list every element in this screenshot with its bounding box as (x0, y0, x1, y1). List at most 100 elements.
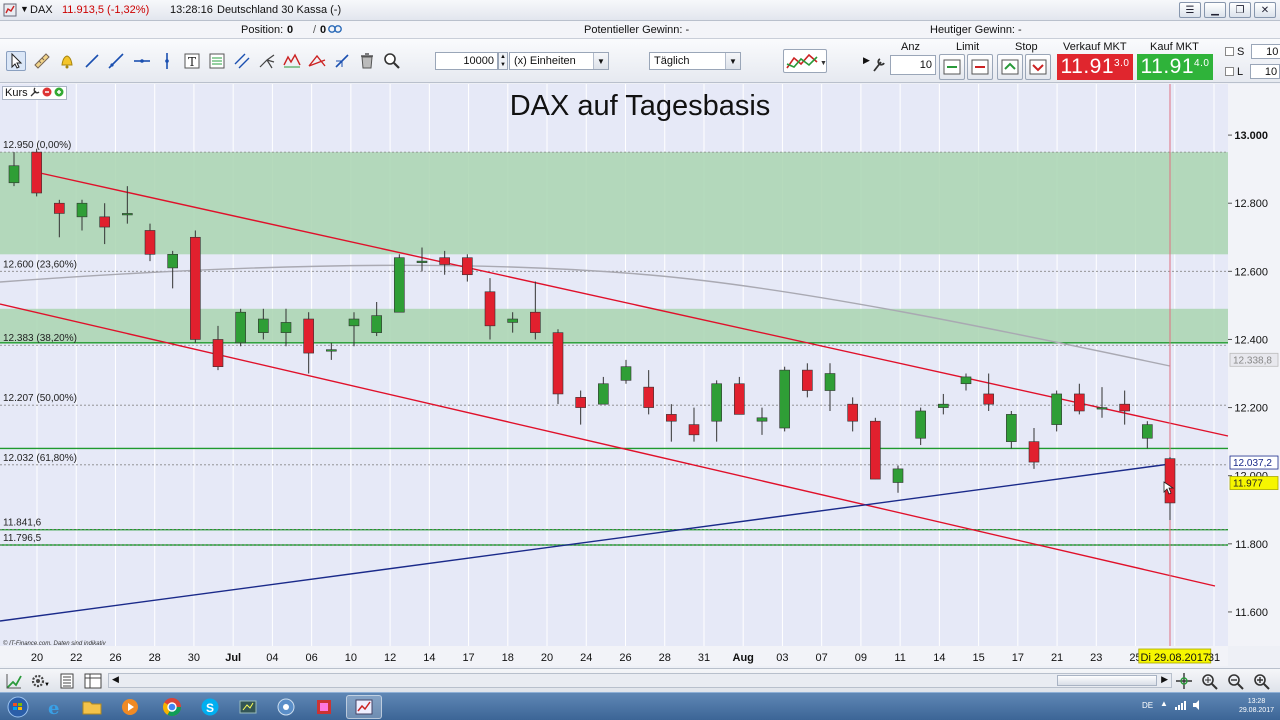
sell-price: 11.91 (1060, 55, 1115, 78)
remove-indicator-icon[interactable] (42, 87, 52, 100)
wrench-icon[interactable] (871, 55, 887, 75)
svg-text:▼: ▼ (820, 60, 827, 67)
horizontal-line-icon[interactable] (132, 51, 152, 71)
tray-arrow-icon[interactable]: ▲ (1160, 699, 1168, 714)
volume-icon[interactable] (1192, 699, 1204, 714)
candle-body-down (439, 257, 450, 265)
trendline-tool-icon[interactable] (82, 51, 102, 71)
trash-icon[interactable] (357, 51, 377, 71)
s-checkbox[interactable] (1225, 47, 1234, 56)
candlestick[interactable] (235, 308, 246, 347)
stop-sell-button[interactable] (1025, 54, 1051, 80)
chart-area[interactable]: 12.950 (0,00%) 12.600 (23,60%) 12.383 (38,… (0, 62, 1280, 666)
start-button-icon[interactable] (0, 695, 36, 719)
app-icon-1[interactable] (230, 695, 266, 719)
l-checkbox[interactable] (1225, 67, 1234, 76)
y-tick-label: 13.000 (1234, 130, 1268, 142)
candle-body-up (348, 318, 360, 327)
wrench-icon[interactable] (30, 87, 40, 100)
sell-market-button[interactable]: 11.91 3.0 (1057, 54, 1133, 80)
candle-body-down (643, 386, 654, 408)
svg-text:▼: ▼ (44, 682, 50, 688)
calculator-icon[interactable] (58, 672, 76, 693)
limit-buy-button[interactable] (939, 54, 965, 80)
list-icon[interactable]: ☰ (1179, 2, 1201, 18)
scroll-right-arrow[interactable]: ▶ (1161, 674, 1168, 685)
limit-sell-button[interactable] (967, 54, 993, 80)
chart-type-button[interactable]: ▼ (783, 49, 827, 73)
text-tool-icon[interactable]: T (182, 51, 202, 71)
zoom-search-icon[interactable] (382, 51, 402, 71)
window-quote: 11.913,5 (-1,32%) (62, 4, 150, 16)
skype-icon[interactable]: S (192, 695, 228, 719)
dropdown-arrow-icon[interactable]: ▼ (20, 4, 29, 14)
candlestick[interactable] (31, 148, 42, 197)
alarm-bell-icon[interactable] (57, 51, 77, 71)
chevron-down-icon[interactable]: ▼ (593, 53, 608, 69)
x-tick-label: Aug (733, 652, 754, 664)
units-select[interactable]: (x) Einheiten ▼ (509, 52, 609, 70)
maximize-button[interactable]: ❐ (1229, 2, 1251, 18)
pitchfork-tool-icon[interactable] (257, 51, 277, 71)
candlestick[interactable] (870, 417, 881, 480)
crosshair-icon[interactable] (1176, 672, 1192, 693)
panel-arrow-icon[interactable]: ▶ (863, 55, 870, 66)
chevron-down-icon[interactable]: ▼ (725, 53, 740, 69)
expand-icon[interactable] (5, 672, 23, 693)
scroll-left-arrow[interactable]: ◀ (112, 674, 119, 685)
position-link-icon[interactable] (327, 23, 343, 38)
candlestick[interactable] (190, 230, 201, 343)
pointer-tool-icon[interactable] (6, 51, 26, 71)
ruler-tool-icon[interactable] (32, 51, 52, 71)
price-chart[interactable]: 12.950 (0,00%) 12.600 (23,60%) 12.383 (38,… (0, 62, 1280, 666)
anz-input[interactable]: 10 (890, 55, 936, 75)
sheet-icon[interactable] (84, 673, 102, 692)
measure-tool-icon[interactable] (332, 51, 352, 71)
file-explorer-icon[interactable] (74, 695, 110, 719)
x-tick-label: 20 (541, 652, 553, 664)
scrollbar-thumb[interactable] (1057, 675, 1157, 686)
system-clock[interactable]: 13:28 29.08.2017 (1239, 697, 1274, 715)
quantity-stepper[interactable]: ▲ ▼ (498, 52, 508, 70)
s-input[interactable]: 10 (1251, 44, 1280, 59)
buy-market-button[interactable]: 11.91 4.0 (1137, 54, 1213, 80)
elliott-wave-icon[interactable] (282, 51, 302, 71)
trading-app-taskbar-icon[interactable] (346, 695, 382, 719)
timeframe-select[interactable]: Täglich ▼ (649, 52, 741, 70)
close-button[interactable]: ✕ (1254, 2, 1276, 18)
vertical-line-icon[interactable] (157, 51, 177, 71)
x-tick-label: 15 (972, 652, 984, 664)
zoom-in-icon[interactable] (1252, 672, 1272, 693)
add-indicator-icon[interactable] (54, 87, 64, 100)
zoom-fit-icon[interactable] (1200, 672, 1220, 693)
app-menu-icon[interactable] (3, 3, 17, 20)
fibonacci-level-label: 11.841,6 (3, 518, 42, 529)
network-icon[interactable] (1174, 699, 1186, 714)
settings-gear-icon[interactable]: ▼ (30, 672, 50, 693)
minimize-button[interactable]: ▁ (1204, 2, 1226, 18)
zoom-out-icon[interactable] (1226, 672, 1246, 693)
y-tick-label: 12.800 (1234, 198, 1268, 210)
horizontal-scrollbar[interactable]: ◀ ▶ (108, 673, 1172, 688)
l-input[interactable]: 10 (1250, 64, 1280, 79)
support-resistance-zone (0, 308, 1228, 343)
candle-body-down (303, 318, 314, 354)
media-player-icon[interactable] (112, 695, 148, 719)
candlestick[interactable] (394, 254, 405, 313)
candlestick[interactable] (779, 366, 790, 432)
support-resistance-zone (0, 152, 1228, 255)
fibonacci-tool-icon[interactable] (207, 51, 227, 71)
chrome-icon[interactable] (154, 695, 190, 719)
channel-tool-icon[interactable] (232, 51, 252, 71)
chart-title: DAX auf Tagesbasis (510, 90, 771, 122)
internet-explorer-icon[interactable]: e (38, 695, 74, 719)
language-indicator[interactable]: DE (1142, 701, 1153, 710)
fan-tool-icon[interactable] (307, 51, 327, 71)
stop-buy-button[interactable] (997, 54, 1023, 80)
quantity-input[interactable]: 10000 (435, 52, 498, 70)
candlestick[interactable] (552, 329, 564, 405)
app-icon-2[interactable] (268, 695, 304, 719)
app-icon-3[interactable] (306, 695, 342, 719)
ray-tool-icon[interactable] (106, 51, 126, 71)
candle-body-up (8, 165, 20, 184)
